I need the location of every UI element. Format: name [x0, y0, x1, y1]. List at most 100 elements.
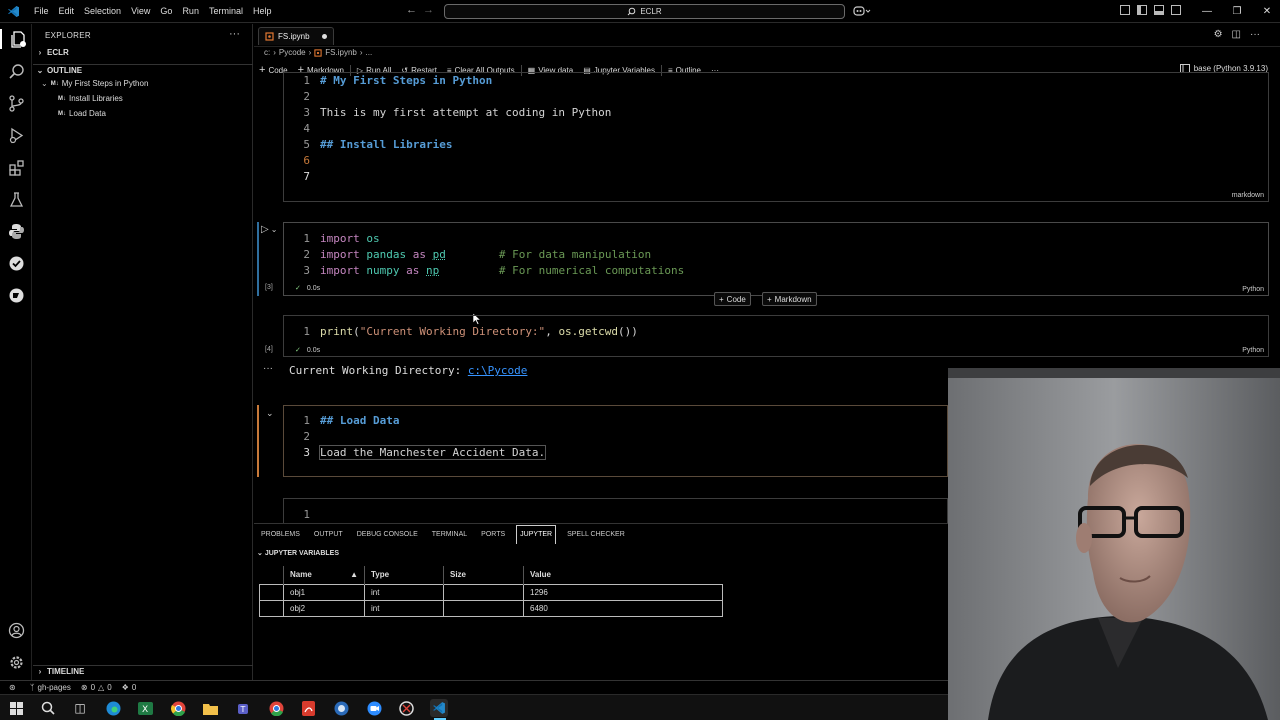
search-icon[interactable] — [6, 61, 26, 81]
code-line[interactable]: 1 # My First Steps in Python — [284, 73, 492, 89]
acrobat-icon[interactable] — [299, 699, 317, 717]
search-icon[interactable] — [39, 699, 57, 717]
jupyter-variables-header[interactable]: ⌄ JUPYTER VARIABLES — [257, 549, 339, 557]
forward-arrow-icon[interactable]: → — [423, 4, 434, 16]
code-line[interactable]: 6 — [284, 153, 320, 169]
extensions-icon[interactable] — [6, 157, 26, 177]
zoom-icon[interactable] — [365, 699, 383, 717]
tab-jupyter[interactable]: JUPYTER — [516, 525, 557, 544]
menu-terminal[interactable]: Terminal — [204, 0, 248, 23]
git-branch-status[interactable]: ᛉ gh-pages — [25, 683, 76, 692]
tab-fs-ipynb[interactable]: FS.ipynb — [258, 27, 334, 45]
code-line[interactable]: 1 ## Load Data — [284, 413, 399, 429]
teams-icon[interactable]: T — [234, 699, 252, 717]
cell-language[interactable]: Python — [1242, 286, 1264, 293]
toggle-secondary-sidebar-icon[interactable] — [1171, 5, 1181, 15]
app-globe-icon[interactable] — [332, 699, 350, 717]
breadcrumb-folder[interactable]: Pycode — [279, 48, 306, 57]
sort-ascending-icon[interactable]: ▲ — [350, 570, 358, 579]
code-line[interactable]: 1 print("Current Working Directory:", os.… — [284, 324, 638, 340]
menu-run[interactable]: Run — [177, 0, 204, 23]
ports-status[interactable]: ❖ 0 — [117, 683, 142, 692]
table-row[interactable]: obj1 int 1296 — [259, 583, 723, 601]
code-line[interactable]: 1 — [284, 507, 320, 523]
output-actions-icon[interactable]: ··· — [263, 363, 273, 374]
column-header-type[interactable]: Type — [364, 566, 444, 584]
close-icon[interactable]: ✕ — [1252, 0, 1280, 23]
minimize-icon[interactable]: — — [1192, 0, 1222, 23]
code-line[interactable]: 7 — [284, 169, 320, 185]
column-header-value[interactable]: Value — [524, 566, 723, 584]
code-line[interactable]: 2 — [284, 429, 320, 445]
code-line[interactable]: 2 — [284, 89, 320, 105]
run-cell-button[interactable]: ▷ ⌄ — [261, 224, 277, 235]
account-icon[interactable] — [6, 620, 26, 640]
tab-spell-checker[interactable]: SPELL CHECKER — [560, 525, 632, 545]
breadcrumb-file[interactable]: FS.ipynb — [325, 48, 357, 57]
menu-view[interactable]: View — [126, 0, 155, 23]
breadcrumb-ellipsis[interactable]: ... — [366, 48, 373, 57]
code-line[interactable]: 3 This is my first attempt at coding in P… — [284, 105, 611, 121]
breadcrumb-drive[interactable]: c: — [264, 48, 270, 57]
outline-item-load-data[interactable]: M↓ Load Data — [58, 109, 106, 118]
code-cell-next[interactable]: 1 — [283, 498, 948, 524]
tab-problems[interactable]: PROBLEMS — [254, 525, 307, 545]
source-control-icon[interactable] — [6, 93, 26, 113]
menu-selection[interactable]: Selection — [79, 0, 126, 23]
markdown-cell-load-data[interactable]: 1 ## Load Data 2 3 Load the Manchester Acc… — [283, 405, 948, 477]
collapse-cell-icon[interactable]: ⌄ — [266, 408, 274, 419]
cell-language[interactable]: Python — [1242, 347, 1264, 354]
remote-indicator-icon[interactable]: ⊛ — [0, 683, 25, 692]
excel-icon[interactable]: X — [136, 699, 154, 717]
chrome-profile-icon[interactable] — [267, 699, 285, 717]
back-arrow-icon[interactable]: ← — [406, 4, 417, 16]
code-line[interactable]: 3 Load the Manchester Accident Data. — [284, 445, 547, 461]
menu-edit[interactable]: Edit — [54, 0, 80, 23]
testing-flask-icon[interactable] — [6, 189, 26, 209]
output-path-link[interactable]: c:\Pycode — [468, 364, 528, 377]
column-header-size[interactable]: Size — [443, 566, 524, 584]
restore-icon[interactable]: ❐ — [1222, 0, 1252, 23]
python-icon[interactable] — [6, 221, 26, 241]
chrome-icon[interactable] — [169, 699, 187, 717]
gear-icon[interactable]: ⚙ — [1214, 29, 1223, 40]
workspace-section[interactable]: › ECLR — [33, 48, 253, 62]
table-row[interactable]: obj2 int 6480 — [259, 599, 723, 617]
code-line[interactable]: 3 import numpy as np # For numerical comp… — [284, 263, 684, 279]
outline-item-first-steps[interactable]: ⌄ M↓ My First Steps in Python — [41, 79, 148, 88]
code-cell-imports[interactable]: 1 import os 2 import pandas as pd # For da… — [283, 222, 1269, 296]
code-line[interactable]: 1 import os — [284, 231, 379, 247]
menu-go[interactable]: Go — [155, 0, 177, 23]
run-debug-icon[interactable] — [6, 125, 26, 145]
checkmark-circle-icon[interactable] — [6, 253, 26, 273]
vscode-taskbar-icon[interactable] — [430, 699, 448, 717]
tab-ports[interactable]: PORTS — [474, 525, 512, 545]
problems-status[interactable]: ⊗ 0 △ 0 — [76, 683, 117, 692]
split-editor-icon[interactable]: ◫ — [1232, 29, 1241, 40]
column-header-name[interactable]: Name ▲ — [283, 566, 365, 584]
more-actions-icon[interactable]: ··· — [1250, 29, 1260, 40]
outline-section[interactable]: ⌄ OUTLINE — [33, 64, 253, 78]
explorer-icon[interactable] — [0, 29, 32, 49]
tab-terminal[interactable]: TERMINAL — [425, 525, 474, 545]
code-cell-print[interactable]: 1 print("Current Working Directory:", os.… — [283, 315, 1269, 357]
code-line[interactable]: 4 — [284, 121, 320, 137]
edge-browser-icon[interactable] — [104, 699, 122, 717]
snipping-tool-icon[interactable] — [397, 699, 415, 717]
remote-explorer-icon[interactable] — [6, 285, 26, 305]
tab-debug-console[interactable]: DEBUG CONSOLE — [350, 525, 425, 545]
cell-language[interactable]: markdown — [1232, 192, 1264, 199]
timeline-section[interactable]: › TIMELINE — [33, 665, 253, 679]
file-explorer-icon[interactable] — [201, 699, 219, 717]
windows-start-icon[interactable] — [7, 699, 25, 717]
code-line[interactable]: 2 import pandas as pd # For data manipula… — [284, 247, 651, 263]
markdown-cell-intro[interactable]: 1 # My First Steps in Python 2 3 This is m… — [283, 72, 1269, 202]
insert-markdown-cell-button[interactable]: + Markdown — [762, 292, 817, 306]
settings-gear-icon[interactable] — [6, 652, 26, 672]
task-view-icon[interactable]: ◫ — [71, 699, 89, 717]
tab-output[interactable]: OUTPUT — [307, 525, 350, 545]
outline-item-install-libraries[interactable]: M↓ Install Libraries — [58, 94, 123, 103]
toggle-sidebar-icon[interactable] — [1137, 5, 1147, 15]
layout-customize-icon[interactable] — [1120, 5, 1130, 15]
unsaved-dot-icon[interactable] — [322, 34, 327, 39]
